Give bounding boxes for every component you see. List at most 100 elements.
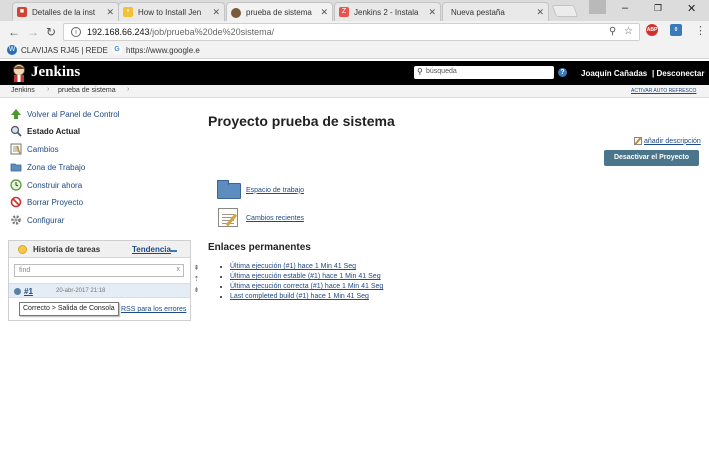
close-tab-icon[interactable]: ✕ bbox=[320, 7, 328, 18]
build-date: 20-abr-2017 21:18 bbox=[56, 288, 106, 294]
add-description-link[interactable]: añadir descripción bbox=[644, 138, 701, 145]
zoom-search-icon[interactable]: ⚲ bbox=[609, 26, 616, 37]
scroll-up-icon[interactable]: ⇡ bbox=[192, 274, 201, 285]
rss-failures-link[interactable]: RSS para los errores bbox=[121, 306, 186, 313]
close-tab-icon[interactable]: ✕ bbox=[106, 7, 114, 18]
auto-refresh-link[interactable]: ACTIVAR AUTO REFRESCO bbox=[631, 88, 696, 94]
search-box[interactable]: ⚲ búsqueda bbox=[414, 66, 554, 79]
build-tooltip: Correcto > Salida de Consola bbox=[19, 302, 119, 316]
logout-link[interactable]: | Desconectar bbox=[652, 69, 704, 78]
google-icon: G bbox=[112, 45, 122, 55]
weather-sunny-icon bbox=[18, 245, 27, 254]
jenkins-title[interactable]: Jenkins bbox=[31, 64, 80, 81]
permalink-last-stable[interactable]: Última ejecución estable (#1) hace 1 Min… bbox=[230, 273, 381, 280]
breadcrumb: Jenkins › prueba de sistema › ACTIVAR AU… bbox=[0, 85, 709, 98]
browser-menu-icon[interactable]: ⋮ bbox=[695, 24, 706, 37]
list-item: Última ejecución estable (#1) hace 1 Min… bbox=[230, 272, 383, 282]
browser-tab-nueva-pestana[interactable]: Nueva pestaña ✕ bbox=[442, 2, 549, 21]
browser-toolbar: ← → ↻ i 192.168.66.243/job/prueba%20de%2… bbox=[0, 21, 709, 43]
new-tab-button[interactable] bbox=[551, 5, 579, 17]
folder-icon bbox=[10, 161, 22, 173]
jenkins-butler-favicon-icon bbox=[231, 7, 241, 18]
address-bar[interactable]: i 192.168.66.243/job/prueba%20de%20siste… bbox=[63, 23, 640, 41]
list-item: Última ejecución correcta (#1) hace 1 Mi… bbox=[230, 282, 383, 292]
permalink-last-build[interactable]: Última ejecución (#1) hace 1 Min 41 Seg bbox=[230, 263, 356, 270]
bookmark-star-icon[interactable]: ☆ bbox=[624, 26, 633, 37]
list-item: Last completed build (#1) hace 1 Min 41 … bbox=[230, 292, 383, 302]
forward-icon[interactable]: → bbox=[27, 25, 39, 39]
info-icon[interactable]: i bbox=[71, 27, 81, 37]
permalink-last-successful[interactable]: Última ejecución correcta (#1) hace 1 Mi… bbox=[230, 283, 383, 290]
reload-icon[interactable]: ↻ bbox=[46, 25, 56, 39]
edit-description-icon bbox=[634, 137, 642, 145]
wordpress-icon: W bbox=[7, 45, 17, 55]
no-entry-icon bbox=[10, 196, 22, 208]
lightbulb-favicon-icon: • bbox=[123, 7, 133, 17]
task-changes[interactable]: Cambios bbox=[10, 142, 59, 156]
task-back-to-dashboard[interactable]: Volver al Panel de Control bbox=[10, 107, 120, 121]
trend-link[interactable]: Tendencia bbox=[132, 245, 171, 254]
build-status-ball-icon bbox=[14, 288, 21, 295]
recent-changes-link-row[interactable]: Cambios recientes bbox=[217, 208, 304, 228]
restore-icon[interactable]: ❐ bbox=[654, 3, 662, 14]
add-description[interactable]: añadir descripción bbox=[634, 137, 701, 145]
z-favicon-icon: Z bbox=[339, 7, 349, 17]
build-filter-input[interactable]: find x bbox=[14, 264, 184, 277]
adblock-plus-icon[interactable]: ABP bbox=[646, 24, 658, 36]
back-icon[interactable]: ← bbox=[8, 25, 20, 39]
bookmark-clavijas[interactable]: W CLAVIJAS RJ45 | REDE bbox=[7, 45, 108, 55]
minimize-icon[interactable]: – bbox=[622, 2, 628, 14]
close-window-icon[interactable]: ✕ bbox=[687, 2, 696, 15]
workspace-link[interactable]: Espacio de trabajo bbox=[246, 187, 304, 194]
task-build-now[interactable]: Construir ahora bbox=[10, 178, 82, 192]
permalink-last-completed[interactable]: Last completed build (#1) hace 1 Min 41 … bbox=[230, 293, 369, 300]
history-scroll-controls: ⇞ ⇡ ⇟ bbox=[192, 263, 201, 301]
browser-tab-prueba-de-sistema[interactable]: prueba de sistema ✕ bbox=[226, 2, 333, 22]
permalinks-heading: Enlaces permanentes bbox=[208, 242, 311, 253]
browser-tab-detalles[interactable]: ■ Detalles de la inst ✕ bbox=[12, 2, 119, 21]
up-arrow-icon bbox=[10, 108, 22, 120]
jenkins-header: Jenkins ⚲ búsqueda ? Joaquín Cañadas | D… bbox=[0, 61, 709, 85]
browser-tab-strip: ■ Detalles de la inst ✕ • How to Install… bbox=[0, 0, 709, 22]
close-tab-icon[interactable]: ✕ bbox=[536, 7, 544, 18]
task-workspace[interactable]: Zona de Trabajo bbox=[10, 160, 85, 174]
user-link[interactable]: Joaquín Cañadas bbox=[581, 69, 647, 78]
close-tab-icon[interactable]: ✕ bbox=[428, 7, 436, 18]
breadcrumb-separator-icon: › bbox=[47, 86, 50, 93]
recent-changes-link[interactable]: Cambios recientes bbox=[246, 215, 304, 222]
trend-line-icon bbox=[170, 250, 177, 252]
extension-badge-icon[interactable]: 0 bbox=[670, 24, 682, 36]
page-title: Proyecto prueba de sistema bbox=[208, 113, 395, 129]
notepad-icon bbox=[217, 208, 241, 228]
clear-filter-icon[interactable]: x bbox=[177, 266, 181, 273]
url-text: 192.168.66.243/job/prueba%20de%20sistema… bbox=[87, 27, 275, 37]
jenkins-butler-logo-icon[interactable] bbox=[11, 64, 27, 82]
scroll-top-icon[interactable]: ⇞ bbox=[192, 263, 201, 274]
browser-tab-jenkins-2[interactable]: Z Jenkins 2 - Instala ✕ bbox=[334, 2, 441, 21]
build-number-link[interactable]: #1 bbox=[24, 287, 33, 296]
task-status[interactable]: Estado Actual bbox=[10, 124, 80, 138]
build-row[interactable]: #1 20-abr-2017 21:18 bbox=[9, 283, 190, 298]
permalinks-list: Última ejecución (#1) hace 1 Min 41 Seg … bbox=[222, 262, 383, 302]
task-delete-project[interactable]: Borrar Proyecto bbox=[10, 195, 83, 209]
clock-icon bbox=[10, 179, 22, 191]
magnifier-icon bbox=[10, 125, 22, 137]
close-tab-icon[interactable]: ✕ bbox=[212, 7, 220, 18]
breadcrumb-separator-icon: › bbox=[127, 86, 130, 93]
folder-icon bbox=[217, 180, 241, 200]
browser-tab-how-to-install[interactable]: • How to Install Jen ✕ bbox=[118, 2, 225, 21]
help-icon[interactable]: ? bbox=[558, 68, 567, 77]
task-configure[interactable]: Configurar bbox=[10, 213, 64, 227]
breadcrumb-jenkins[interactable]: Jenkins bbox=[11, 87, 35, 94]
search-icon: ⚲ bbox=[417, 67, 423, 76]
breadcrumb-job[interactable]: prueba de sistema bbox=[58, 87, 116, 94]
bookmark-google[interactable]: G https://www.google.e bbox=[112, 45, 200, 55]
workspace-link-row[interactable]: Espacio de trabajo bbox=[217, 180, 304, 200]
scroll-down-icon[interactable]: ⇟ bbox=[192, 285, 201, 296]
build-history-header: Historia de tareas Tendencia bbox=[9, 241, 190, 258]
notepad-icon bbox=[10, 143, 22, 155]
disable-project-button[interactable]: Desactivar el Proyecto bbox=[604, 150, 699, 166]
jenkins-favicon-icon: ■ bbox=[17, 7, 27, 17]
user-profile-icon[interactable] bbox=[589, 0, 606, 14]
bookmarks-bar: W CLAVIJAS RJ45 | REDE G https://www.goo… bbox=[0, 43, 709, 59]
